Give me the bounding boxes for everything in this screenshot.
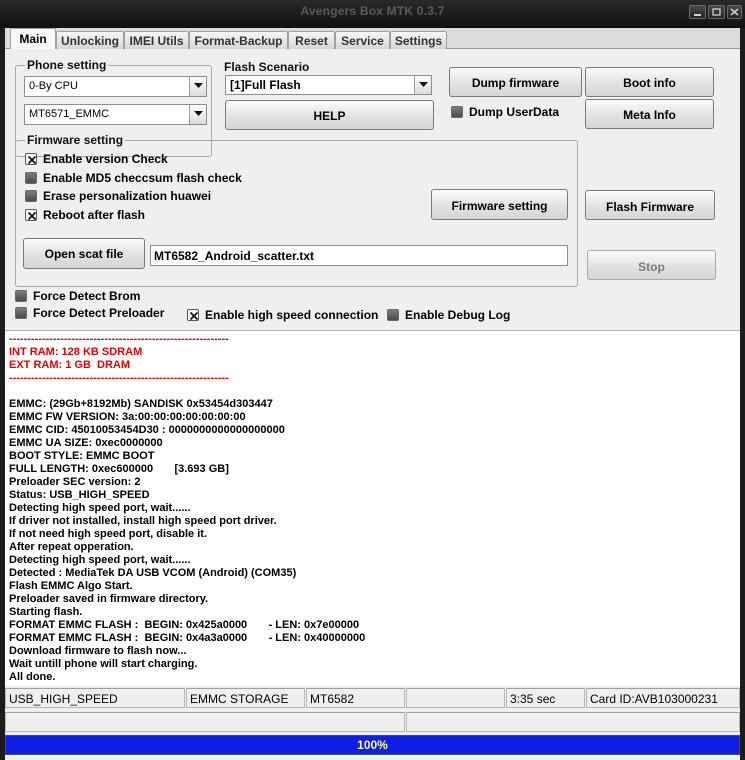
tab-imei-utils[interactable]: IMEI Utils (124, 31, 189, 49)
scatter-file-field[interactable]: MT6582_Android_scatter.txt (150, 245, 568, 266)
log-line: EMMC FW VERSION: 3a:00:00:00:00:00:00:00 (9, 411, 246, 423)
log-line: After repeat opperation. (9, 541, 134, 553)
progress-bar: 100% (5, 735, 740, 755)
window-title: Avengers Box MTK 0.3.7 (300, 4, 445, 18)
log-line: EMMC CID: 45010053454D30 : 0000000000000… (9, 424, 285, 436)
main-tab-panel: Phone setting 0-By CPU MT6571_EMMC Flash… (5, 49, 740, 330)
log-line: If driver not installed, install high sp… (9, 515, 277, 527)
status-storage: EMMC STORAGE (186, 688, 305, 708)
log-line: All done. (9, 671, 56, 683)
log-line: FULL LENGTH: 0xec600000 [3.693 GB] (9, 463, 229, 475)
checkbox-checked-icon (25, 153, 37, 165)
tab-strip: Main Unlocking IMEI Utils Format-Backup … (5, 28, 740, 50)
main-window: Main Unlocking IMEI Utils Format-Backup … (5, 28, 740, 760)
model-select-value: MT6571_EMMC (29, 108, 110, 120)
log-line: Status: USB_HIGH_SPEED (9, 489, 150, 501)
open-scat-file-button[interactable]: Open scat file (23, 238, 145, 269)
status-time: 3:35 sec (506, 688, 585, 708)
progress-label: 100% (357, 738, 388, 752)
log-line: Preloader saved in firmware directory. (9, 593, 209, 605)
log-line: INT RAM: 128 KB SDRAM (9, 346, 143, 358)
meta-info-button[interactable]: Meta Info (585, 99, 714, 129)
help-button[interactable]: HELP (225, 100, 434, 130)
status-chip: MT6582 (306, 688, 405, 708)
stop-button[interactable]: Stop (587, 250, 716, 280)
checkbox-icon (15, 290, 27, 302)
log-line: ----------------------------------------… (9, 372, 229, 384)
log-line: Starting flash. (9, 606, 83, 618)
status-empty (406, 688, 505, 708)
close-icon[interactable] (727, 5, 742, 19)
log-line: ----------------------------------------… (9, 333, 229, 345)
firmware-setting-title: Firmware setting (25, 133, 126, 147)
flash-scenario-value: [1]Full Flash (230, 78, 301, 92)
boot-info-button[interactable]: Boot info (585, 67, 714, 97)
firmware-setting-button[interactable]: Firmware setting (431, 189, 568, 220)
status-message-left (5, 712, 405, 732)
log-line: Download firmware to flash now... (9, 645, 187, 657)
status-bar: USB_HIGH_SPEED EMMC STORAGE MT6582 3:35 … (5, 687, 740, 709)
tab-format-backup[interactable]: Format-Backup (189, 31, 288, 49)
secondary-status-bar (5, 711, 740, 733)
log-output[interactable]: ----------------------------------------… (5, 330, 740, 686)
tab-unlocking[interactable]: Unlocking (56, 31, 124, 49)
tab-main[interactable]: Main (10, 28, 56, 50)
maximize-icon[interactable] (708, 5, 725, 19)
chevron-down-icon[interactable] (189, 105, 206, 124)
status-message-right (406, 712, 740, 732)
cpu-select[interactable]: 0-By CPU (24, 76, 207, 97)
log-line: Wait untill phone will start charging. (9, 658, 198, 670)
log-line: FORMAT EMMC FLASH : BEGIN: 0x425a0000 - … (9, 619, 360, 631)
log-line: EMMC UA SIZE: 0xec0000000 (9, 437, 163, 449)
checkbox-icon (451, 106, 463, 118)
checkbox-checked-icon (25, 209, 37, 221)
log-line: Detecting high speed port, wait...... (9, 502, 191, 514)
checkbox-icon (25, 172, 37, 184)
tab-settings[interactable]: Settings (390, 31, 447, 49)
flash-scenario-select[interactable]: [1]Full Flash (225, 75, 432, 95)
checkbox-icon (15, 307, 27, 319)
log-line: FORMAT EMMC FLASH : BEGIN: 0x4a3a0000 - … (9, 632, 366, 644)
log-line: EMMC: (29Gb+8192Mb) SANDISK 0x53454d3034… (9, 398, 273, 410)
flash-scenario-title: Flash Scenario (224, 60, 310, 74)
checkbox-checked-icon (187, 309, 199, 321)
log-line: Flash EMMC Algo Start. (9, 580, 133, 592)
cpu-select-value: 0-By CPU (29, 80, 78, 92)
minimize-icon[interactable] (689, 5, 706, 19)
log-line: EXT RAM: 1 GB DRAM (9, 359, 130, 371)
phone-setting-title: Phone setting (25, 58, 109, 72)
dump-firmware-button[interactable]: Dump firmware (449, 67, 582, 97)
checkbox-icon (387, 309, 399, 321)
log-line: Preloader SEC version: 2 (9, 476, 141, 488)
checkbox-icon (25, 190, 37, 202)
log-line: Detected : MediaTek DA USB VCOM (Android… (9, 567, 297, 579)
status-card-id: Card ID:AVB103000231 (586, 688, 740, 708)
status-connection: USB_HIGH_SPEED (5, 688, 185, 708)
log-line: If not need high speed port, disable it. (9, 528, 208, 540)
tab-reset[interactable]: Reset (288, 31, 335, 49)
tab-service[interactable]: Service (335, 31, 390, 49)
chevron-down-icon[interactable] (414, 76, 431, 94)
model-select[interactable]: MT6571_EMMC (24, 104, 207, 125)
log-line: Detecting high speed port, wait...... (9, 554, 191, 566)
title-bar: Avengers Box MTK 0.3.7 (0, 0, 745, 28)
chevron-down-icon[interactable] (189, 77, 206, 96)
log-line: BOOT STYLE: EMMC BOOT (9, 450, 155, 462)
flash-firmware-button[interactable]: Flash Firmware (585, 190, 715, 220)
